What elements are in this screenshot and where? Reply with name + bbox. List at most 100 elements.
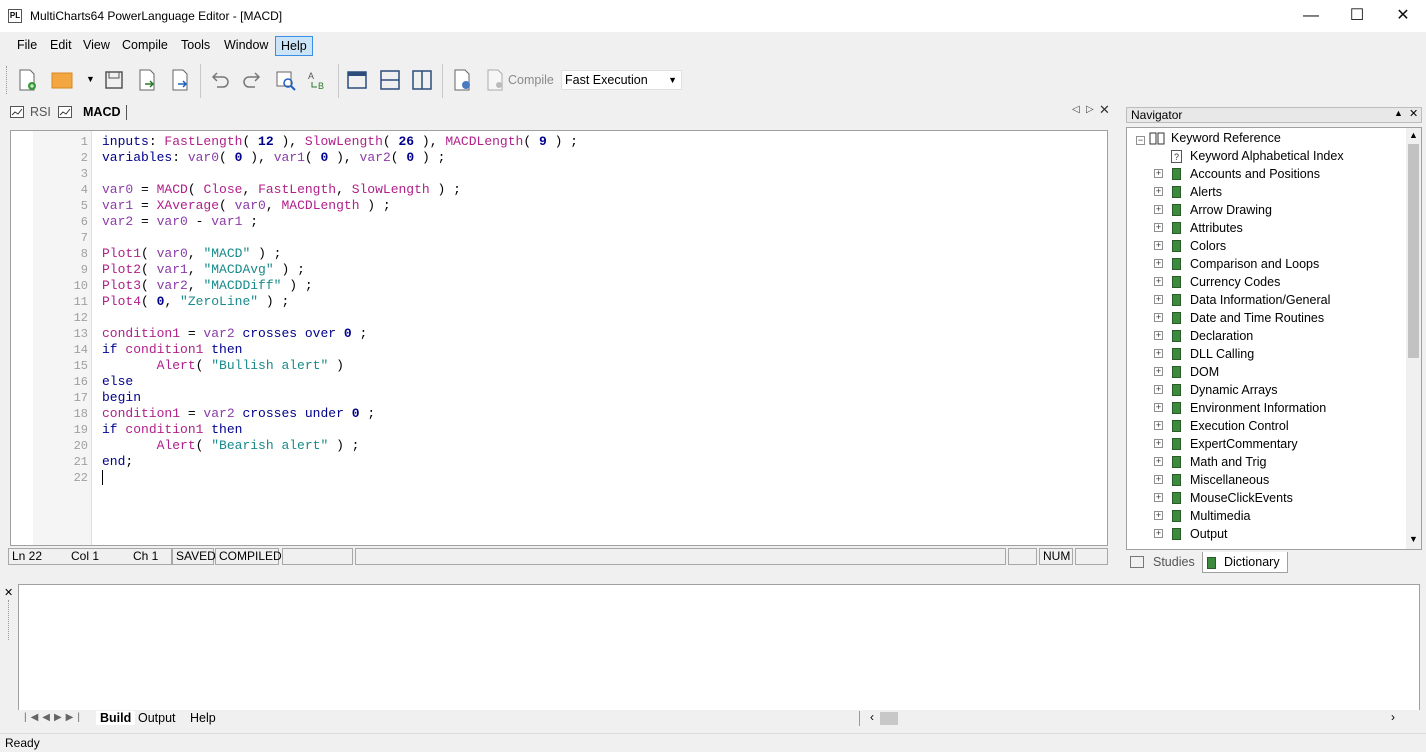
tab-output[interactable]: Output	[138, 711, 176, 725]
tab-studies[interactable]: Studies	[1153, 555, 1195, 569]
menu-compile[interactable]: Compile	[117, 36, 173, 56]
tree-item[interactable]: Arrow Drawing	[1190, 201, 1272, 219]
menu-view[interactable]: View	[78, 36, 115, 56]
code-line[interactable]: Plot2( var1, "MACDAvg" ) ;	[102, 262, 305, 278]
navigator-tree[interactable]: − Keyword Reference ? Keyword Alphabetic…	[1126, 127, 1422, 550]
horizontal-scroll-thumb[interactable]	[880, 712, 898, 725]
tree-item-root[interactable]: Keyword Reference	[1171, 129, 1281, 147]
tree-item[interactable]: Declaration	[1190, 327, 1253, 345]
expand-icon[interactable]: +	[1154, 241, 1163, 250]
maximize-icon[interactable]: ☐	[1334, 0, 1380, 32]
import-icon[interactable]	[135, 68, 159, 92]
close-panel-icon[interactable]: ✕	[1409, 107, 1418, 120]
navigator-scroll-thumb[interactable]	[1408, 144, 1419, 358]
menu-file[interactable]: File	[12, 36, 42, 56]
panel-grip[interactable]	[8, 600, 12, 640]
collapse-icon[interactable]: −	[1136, 136, 1145, 145]
toolbar-grip[interactable]	[6, 66, 9, 94]
menu-edit[interactable]: Edit	[45, 36, 77, 56]
expand-icon[interactable]: +	[1154, 367, 1163, 376]
tree-item[interactable]: Comparison and Loops	[1190, 255, 1319, 273]
tree-item[interactable]: Math and Trig	[1190, 453, 1266, 471]
cascade-windows-icon[interactable]	[345, 68, 369, 92]
menu-tools[interactable]: Tools	[176, 36, 215, 56]
open-folder-icon[interactable]	[50, 68, 74, 92]
tree-item-index[interactable]: Keyword Alphabetical Index	[1190, 147, 1344, 165]
expand-icon[interactable]: +	[1154, 169, 1163, 178]
expand-icon[interactable]: +	[1154, 475, 1163, 484]
code-line[interactable]: if condition1 then	[102, 342, 242, 358]
undo-icon[interactable]	[208, 68, 232, 92]
find-icon[interactable]	[274, 68, 298, 92]
code-line[interactable]: Plot1( var0, "MACD" ) ;	[102, 246, 281, 262]
close-icon[interactable]: ✕	[1380, 0, 1426, 32]
expand-icon[interactable]: +	[1154, 493, 1163, 502]
compile-settings-icon[interactable]	[450, 68, 474, 92]
minimize-icon[interactable]: —	[1288, 0, 1334, 32]
code-line[interactable]: else	[102, 374, 133, 390]
expand-icon[interactable]: +	[1154, 439, 1163, 448]
code-line[interactable]: var2 = var0 - var1 ;	[102, 214, 258, 230]
tree-item[interactable]: MouseClickEvents	[1190, 489, 1293, 507]
tree-item[interactable]: Dynamic Arrays	[1190, 381, 1278, 399]
tree-item[interactable]: Data Information/General	[1190, 291, 1330, 309]
tree-item[interactable]: Execution Control	[1190, 417, 1289, 435]
scroll-down-icon[interactable]: ▼	[1409, 534, 1418, 544]
expand-icon[interactable]: +	[1154, 403, 1163, 412]
expand-icon[interactable]: +	[1154, 421, 1163, 430]
code-line[interactable]: end;	[102, 454, 133, 470]
tree-item[interactable]: ExpertCommentary	[1190, 435, 1298, 453]
code-line[interactable]: var1 = XAverage( var0, MACDLength ) ;	[102, 198, 391, 214]
tree-item[interactable]: Date and Time Routines	[1190, 309, 1324, 327]
code-line[interactable]: variables: var0( 0 ), var1( 0 ), var2( 0…	[102, 150, 445, 166]
code-line[interactable]: Alert( "Bullish alert" )	[102, 358, 344, 374]
close-document-icon[interactable]: ✕	[1099, 102, 1110, 118]
expand-icon[interactable]: +	[1154, 529, 1163, 538]
save-icon[interactable]	[102, 68, 126, 92]
chevron-down-icon[interactable]: ▼	[668, 71, 677, 89]
code-line[interactable]: if condition1 then	[102, 422, 242, 438]
redo-icon[interactable]	[240, 68, 264, 92]
tree-item[interactable]: Output	[1190, 525, 1228, 543]
tree-item[interactable]: Miscellaneous	[1190, 471, 1269, 489]
tree-item[interactable]: Multimedia	[1190, 507, 1250, 525]
minimize-panel-icon[interactable]: ▲	[1394, 108, 1403, 118]
code-line[interactable]: Plot4( 0, "ZeroLine" ) ;	[102, 294, 289, 310]
expand-icon[interactable]: +	[1154, 313, 1163, 322]
tree-item[interactable]: Alerts	[1190, 183, 1222, 201]
tree-item[interactable]: Currency Codes	[1190, 273, 1280, 291]
expand-icon[interactable]: +	[1154, 259, 1163, 268]
expand-icon[interactable]: +	[1154, 331, 1163, 340]
expand-icon[interactable]: +	[1154, 349, 1163, 358]
expand-icon[interactable]: +	[1154, 295, 1163, 304]
expand-icon[interactable]: +	[1154, 277, 1163, 286]
tree-item[interactable]: Accounts and Positions	[1190, 165, 1320, 183]
expand-icon[interactable]: +	[1154, 385, 1163, 394]
code-line[interactable]: begin	[102, 390, 141, 406]
code-line[interactable]: var0 = MACD( Close, FastLength, SlowLeng…	[102, 182, 461, 198]
tree-item[interactable]: DOM	[1190, 363, 1219, 381]
splitter[interactable]	[859, 711, 863, 726]
chevron-down-icon[interactable]: ▼	[86, 74, 95, 84]
tab-rsi[interactable]: RSI	[30, 104, 51, 122]
output-panel[interactable]	[18, 584, 1420, 712]
code-line[interactable]: Plot3( var2, "MACDDiff" ) ;	[102, 278, 313, 294]
scroll-right-icon[interactable]: ›	[1391, 710, 1395, 724]
tab-dictionary[interactable]: Dictionary	[1224, 555, 1280, 569]
scroll-left-icon[interactable]: ‹	[870, 710, 874, 724]
expand-icon[interactable]: +	[1154, 205, 1163, 214]
tab-macd[interactable]: MACD	[83, 104, 121, 122]
expand-icon[interactable]: +	[1154, 511, 1163, 520]
tree-item[interactable]: Attributes	[1190, 219, 1243, 237]
menu-help[interactable]: Help	[275, 36, 313, 56]
export-icon[interactable]	[168, 68, 192, 92]
tab-build[interactable]: Build	[96, 711, 136, 725]
code-line[interactable]: condition1 = var2 crosses over 0 ;	[102, 326, 367, 342]
new-file-icon[interactable]	[15, 68, 39, 92]
replace-icon[interactable]: AB	[306, 68, 330, 92]
tree-item[interactable]: DLL Calling	[1190, 345, 1254, 363]
code-editor[interactable]: 1 2 3 4 5 6 7 8 9 10 11 12 13 14 15 16 1…	[10, 130, 1108, 546]
tree-item[interactable]: Environment Information	[1190, 399, 1326, 417]
tree-item[interactable]: Colors	[1190, 237, 1226, 255]
code-line[interactable]: condition1 = var2 crosses under 0 ;	[102, 406, 375, 422]
